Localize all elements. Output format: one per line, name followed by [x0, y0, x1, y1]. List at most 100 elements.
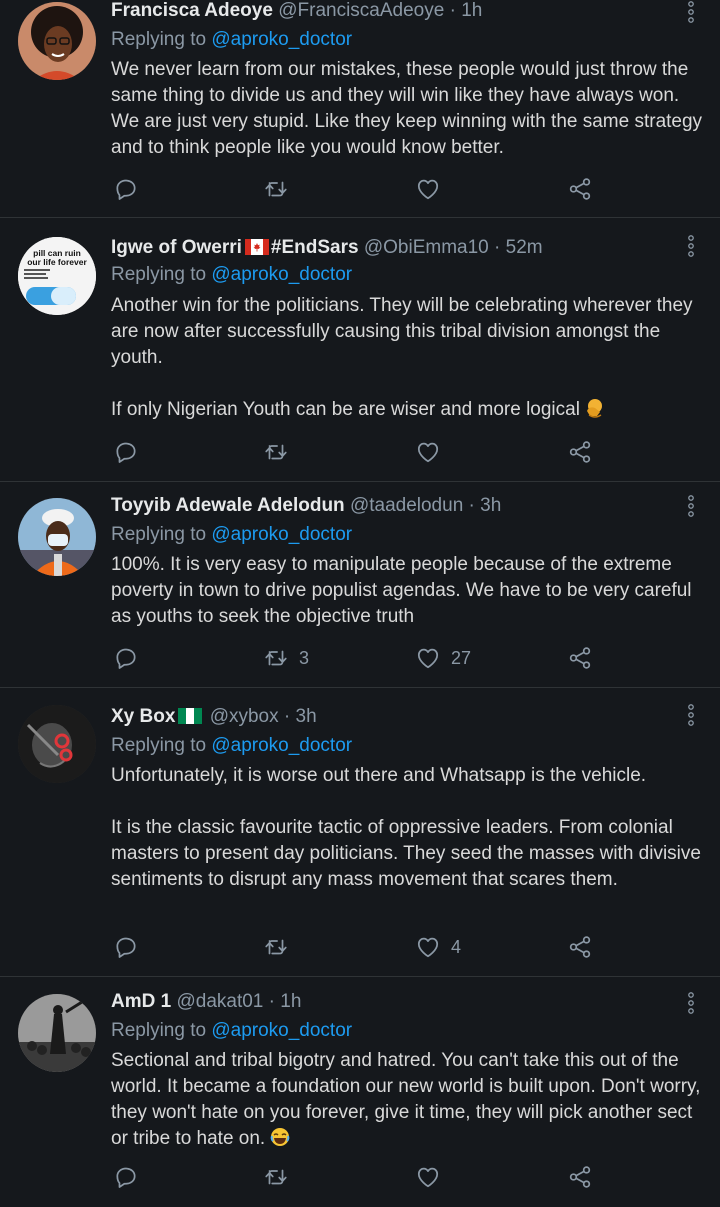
author-name[interactable]: Xy Box: [111, 706, 175, 727]
facepalm-emoji-icon: [586, 399, 602, 418]
retweet-icon: [263, 439, 289, 465]
reply-button[interactable]: [113, 174, 139, 204]
retweet-icon: [263, 176, 289, 202]
reply-button[interactable]: [113, 932, 139, 962]
tweet-header: Xy Box @xybox · 3h: [111, 705, 680, 729]
retweet-count: 3: [299, 647, 310, 668]
replying-to: Replying to @aproko_doctor: [111, 28, 352, 52]
tweet-paragraph: 100%. It is very easy to manipulate peop…: [111, 554, 692, 627]
author-handle[interactable]: @xybox: [210, 706, 279, 727]
tweet-paragraph: We never learn from our mistakes, these …: [111, 59, 703, 158]
reply-button[interactable]: [113, 643, 139, 673]
like-button[interactable]: [415, 174, 451, 204]
replying-to: Replying to @aproko_doctor: [111, 263, 352, 287]
replying-prefix: Replying to: [111, 1020, 212, 1041]
tweet-paragraph: Unfortunately, it is worse out there and…: [111, 765, 647, 786]
replying-handle[interactable]: @aproko_doctor: [211, 1020, 352, 1041]
tweet-time[interactable]: · 52m: [494, 237, 543, 258]
replying-to: Replying to @aproko_doctor: [111, 734, 352, 758]
avatar[interactable]: [18, 705, 96, 783]
retweet-button[interactable]: [263, 437, 299, 467]
share-button[interactable]: [567, 643, 593, 673]
avatar[interactable]: [18, 498, 96, 576]
more-options-icon[interactable]: [686, 0, 696, 24]
replying-prefix: Replying to: [111, 524, 212, 545]
tweet-paragraph: Another win for the politicians. They wi…: [111, 295, 693, 368]
heart-icon: [415, 934, 441, 960]
tweet[interactable]: AmD 1 @dakat01 · 1h Replying to @aproko_…: [0, 977, 720, 1207]
share-icon: [567, 1164, 593, 1190]
tweet-text: 100%. It is very easy to manipulate peop…: [111, 552, 706, 630]
tweet-paragraph: It is the classic favourite tactic of op…: [111, 817, 701, 890]
author-handle[interactable]: @FranciscaAdeoye: [278, 0, 444, 21]
avatar[interactable]: [18, 2, 96, 80]
replying-handle[interactable]: @aproko_doctor: [211, 264, 352, 285]
tweet-time[interactable]: · 3h: [284, 706, 317, 727]
tweet-header: AmD 1 @dakat01 · 1h: [111, 990, 680, 1014]
like-button[interactable]: 27: [415, 643, 471, 673]
tweet-paragraph-text: Sectional and tribal bigotry and hatred.…: [111, 1050, 701, 1149]
author-name[interactable]: Igwe of Owerri: [111, 237, 242, 258]
reply-icon: [113, 1164, 139, 1190]
share-icon: [567, 934, 593, 960]
retweet-button[interactable]: [263, 174, 299, 204]
heart-icon: [415, 645, 441, 671]
reply-icon: [113, 439, 139, 465]
replying-prefix: Replying to: [111, 735, 212, 756]
tweet-header: Igwe of Owerri #EndSars @ObiEmma10 · 52m: [111, 236, 680, 260]
retweet-button[interactable]: [263, 932, 299, 962]
tweet-text: Sectional and tribal bigotry and hatred.…: [111, 1048, 706, 1152]
replying-handle[interactable]: @aproko_doctor: [211, 735, 352, 756]
replying-handle[interactable]: @aproko_doctor: [211, 29, 352, 50]
tweet-text: Unfortunately, it is worse out there and…: [111, 763, 706, 893]
tweet-paragraph-text: If only Nigerian Youth can be are wiser …: [111, 399, 580, 420]
nigeria-flag-icon: [178, 708, 203, 724]
avatar[interactable]: [18, 994, 96, 1072]
author-handle[interactable]: @taadelodun: [350, 495, 463, 516]
tweet-text: Another win for the politicians. They wi…: [111, 293, 706, 423]
replying-to: Replying to @aproko_doctor: [111, 1019, 352, 1043]
like-count: 27: [451, 647, 472, 668]
share-icon: [567, 439, 593, 465]
avatar-text-line-2: our life forever: [27, 257, 87, 267]
more-options-icon[interactable]: [686, 494, 696, 518]
tweet-time[interactable]: · 1h: [450, 0, 483, 21]
share-button[interactable]: [567, 437, 593, 467]
tweet-paragraph-1: Sectional and tribal bigotry and hatred.…: [111, 1048, 706, 1152]
replying-handle[interactable]: @aproko_doctor: [211, 524, 352, 545]
author-name[interactable]: Francisca Adeoye: [111, 0, 273, 21]
author-name[interactable]: Toyyib Adewale Adelodun: [111, 495, 345, 516]
author-handle[interactable]: @ObiEmma10: [364, 237, 489, 258]
reply-icon: [113, 645, 139, 671]
like-count: 4: [451, 936, 462, 957]
avatar[interactable]: pill can ruin our life forever: [18, 237, 96, 315]
more-options-icon[interactable]: [686, 703, 696, 727]
tweet-text: We never learn from our mistakes, these …: [111, 57, 706, 161]
reply-icon: [113, 934, 139, 960]
tweet-actions: 4: [0, 932, 720, 962]
share-button[interactable]: [567, 932, 593, 962]
author-name[interactable]: AmD 1: [111, 991, 171, 1012]
tweet[interactable]: pill can ruin our life forever Igwe of O…: [0, 218, 720, 482]
tweet[interactable]: Francisca Adeoye @FranciscaAdeoye · 1h R…: [0, 0, 720, 218]
reply-button[interactable]: [113, 437, 139, 467]
heart-icon: [415, 1164, 441, 1190]
retweet-button[interactable]: 3: [263, 643, 309, 673]
heart-icon: [415, 439, 441, 465]
author-handle[interactable]: @dakat01: [176, 991, 263, 1012]
tweet-time[interactable]: · 3h: [469, 495, 502, 516]
tweet-paragraph-2: If only Nigerian Youth can be are wiser …: [111, 397, 706, 423]
author-name-suffix[interactable]: #EndSars: [271, 237, 359, 258]
retweet-icon: [263, 934, 289, 960]
share-button[interactable]: [567, 174, 593, 204]
replying-prefix: Replying to: [111, 264, 212, 285]
replying-prefix: Replying to: [111, 29, 212, 50]
tweet-time[interactable]: · 1h: [269, 991, 302, 1012]
more-options-icon[interactable]: [686, 234, 696, 258]
replying-to: Replying to @aproko_doctor: [111, 523, 352, 547]
more-options-icon[interactable]: [686, 991, 696, 1015]
tweet[interactable]: Toyyib Adewale Adelodun @taadelodun · 3h…: [0, 482, 720, 688]
like-button[interactable]: 4: [415, 932, 461, 962]
tweet[interactable]: Xy Box @xybox · 3h Replying to @aproko_d…: [0, 688, 720, 977]
like-button[interactable]: [415, 437, 451, 467]
